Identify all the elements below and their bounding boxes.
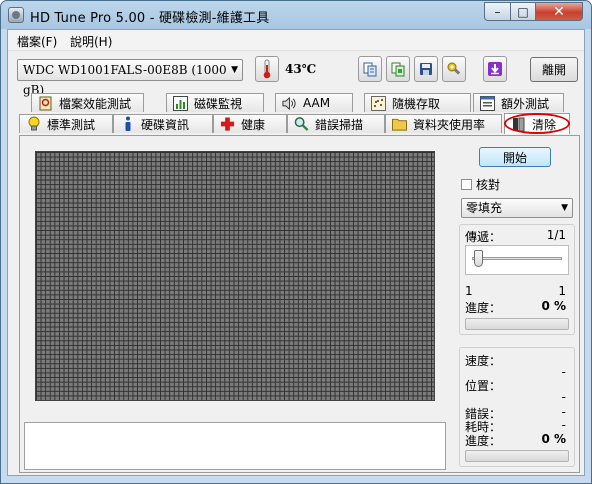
pass-slider[interactable]: [465, 245, 569, 275]
download-update-button[interactable]: [483, 56, 507, 82]
log-output[interactable]: [24, 422, 446, 470]
position-label: 位置：: [465, 379, 502, 393]
slider-thumb[interactable]: [474, 250, 483, 267]
menu-help[interactable]: 說明(H): [70, 33, 112, 50]
toolbar: WDC WD1001FALS-00E8B (1000 gB) ▼ 43℃ 離開: [8, 50, 584, 97]
file-benchmark-icon: [38, 96, 53, 111]
magnifier-icon: [294, 117, 309, 132]
tab-health[interactable]: 健康: [213, 114, 287, 133]
tab-label: 健康: [241, 117, 266, 132]
progress-value: 0 %: [541, 299, 566, 313]
tab-file-benchmark[interactable]: 檔案效能測試: [31, 93, 144, 112]
close-button[interactable]: ✕: [535, 2, 583, 21]
copy-image-icon: [391, 62, 405, 77]
random-access-icon: [371, 95, 386, 111]
tab-label: 檔案效能測試: [59, 96, 132, 111]
app-icon: [8, 7, 24, 23]
thermometer-icon: [263, 59, 271, 79]
maximize-button[interactable]: □: [510, 2, 536, 21]
slider-max-label: 1: [558, 284, 566, 298]
health-cross-icon: [220, 117, 235, 132]
speed-value: -: [561, 365, 566, 379]
drive-select-value: WDC WD1001FALS-00E8B (1000 gB): [23, 63, 227, 97]
temperature-button[interactable]: [255, 56, 279, 82]
elapsed-value: -: [561, 418, 566, 432]
disk-monitor-icon: [173, 95, 188, 111]
overall-progress-bar: [465, 450, 569, 462]
info-icon: [120, 116, 135, 132]
exit-button[interactable]: 離開: [530, 57, 578, 82]
download-arrow-icon: [488, 62, 502, 76]
tab-info[interactable]: 硬碟資訊: [113, 114, 213, 133]
slider-min-label: 1: [465, 284, 473, 298]
extra-tests-icon: [480, 95, 495, 111]
copy-icon: [363, 62, 377, 77]
speaker-icon: [282, 96, 297, 111]
tab-error-scan[interactable]: 錯誤掃描: [287, 114, 385, 133]
tab-label: 硬碟資訊: [141, 117, 190, 132]
progress2-value: 0 %: [541, 432, 566, 446]
client-area: 檔案(F) 說明(H) WDC WD1001FALS-00E8B (1000 g…: [7, 29, 585, 476]
temperature-value: 43℃: [285, 62, 317, 76]
erase-panel: 開始 核對 零填充 ▼ 傳遞： 1/1 1 1 進度： 0 % 速度： - 位置…: [19, 135, 580, 473]
eraser-icon: [511, 117, 526, 132]
minimize-button[interactable]: –: [484, 2, 511, 21]
title-bar[interactable]: HD Tune Pro 5.00 - 硬碟檢測-維護工具 – □ ✕: [1, 1, 591, 29]
wrench-settings-icon: [447, 62, 461, 75]
erase-mode-value: 零填充: [466, 201, 503, 215]
verify-label: 核對: [476, 178, 501, 192]
erase-mode-select[interactable]: 零填充 ▼: [461, 198, 573, 218]
progress-label: 進度：: [465, 301, 502, 315]
tab-extra-tests[interactable]: 額外測試: [473, 93, 564, 112]
tab-random-access[interactable]: 隨機存取: [364, 93, 471, 112]
app-window: HD Tune Pro 5.00 - 硬碟檢測-維護工具 – □ ✕ 檔案(F)…: [0, 0, 592, 484]
menu-file[interactable]: 檔案(F): [17, 33, 57, 50]
tab-aam[interactable]: AAM: [275, 93, 353, 112]
folder-icon: [392, 117, 407, 132]
floppy-save-icon: [420, 63, 432, 75]
tab-label: 磁碟監視: [194, 96, 243, 111]
tab-label: 額外測試: [501, 96, 550, 111]
tab-disk-monitor[interactable]: 磁碟監視: [166, 93, 264, 112]
tab-benchmark[interactable]: 標準測試: [19, 114, 113, 133]
progress2-label: 進度：: [465, 434, 502, 448]
tab-folder-usage[interactable]: 資料夾使用率: [385, 114, 502, 133]
save-button[interactable]: [414, 56, 438, 82]
copy-info-button[interactable]: [358, 56, 382, 82]
verify-checkbox[interactable]: [461, 179, 472, 190]
drive-select[interactable]: WDC WD1001FALS-00E8B (1000 gB) ▼: [17, 59, 243, 97]
tab-label: 標準測試: [47, 117, 96, 132]
options-button[interactable]: [442, 56, 466, 82]
pass-group: 傳遞： 1/1 1 1 進度： 0 %: [459, 224, 575, 335]
window-title: HD Tune Pro 5.00 - 硬碟檢測-維護工具: [30, 11, 270, 26]
block-map: [35, 151, 435, 401]
tab-label: 錯誤掃描: [315, 117, 364, 132]
pass-label: 傳遞：: [465, 230, 502, 244]
chevron-down-icon: ▼: [561, 203, 568, 213]
slider-track: [472, 257, 562, 260]
pass-progress-bar: [465, 318, 569, 330]
tab-label: 隨機存取: [392, 96, 441, 111]
errors-value: -: [561, 405, 566, 419]
position-value: -: [561, 390, 566, 404]
lightbulb-icon: [26, 116, 41, 132]
speed-label: 速度：: [465, 354, 502, 368]
start-button[interactable]: 開始: [479, 147, 551, 167]
verify-option[interactable]: 核對: [461, 176, 500, 193]
stats-group: 速度： - 位置： - 錯誤： - 耗時： - 進度： 0 %: [459, 347, 575, 467]
chevron-down-icon: ▼: [231, 65, 238, 75]
copy-screenshot-button[interactable]: [386, 56, 410, 82]
menu-bar: 檔案(F) 說明(H): [8, 30, 584, 51]
tab-label: 資料夾使用率: [413, 117, 486, 132]
tab-label: AAM: [303, 96, 331, 110]
tab-label: 清除: [532, 117, 557, 132]
tab-erase[interactable]: 清除: [504, 113, 570, 134]
pass-value: 1/1: [546, 228, 566, 242]
